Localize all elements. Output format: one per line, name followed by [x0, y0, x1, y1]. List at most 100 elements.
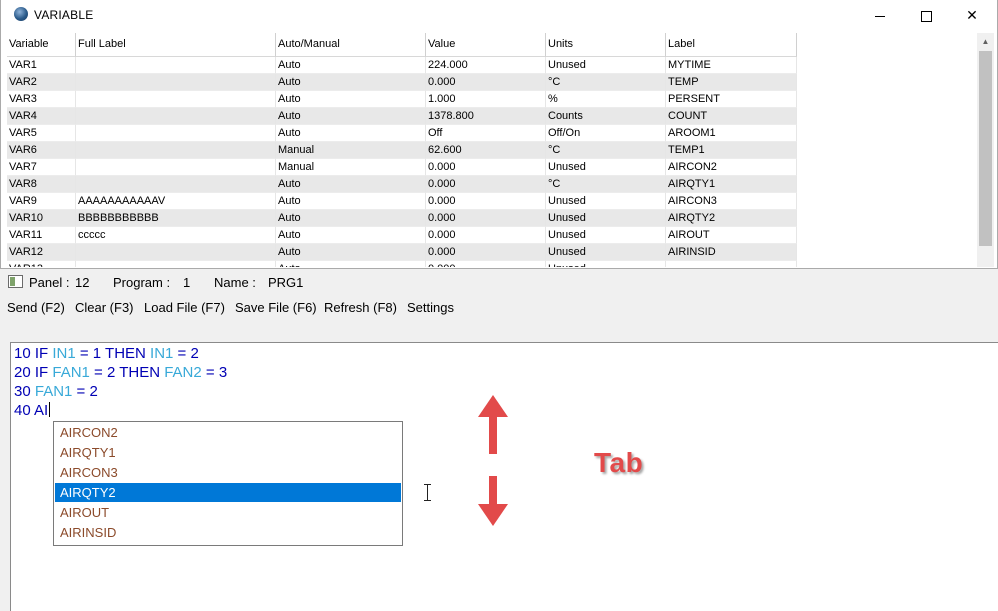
load-file-menu-item[interactable]: Load File (F7): [144, 300, 225, 315]
cell-variable[interactable]: VAR7: [7, 159, 76, 176]
save-file-menu-item[interactable]: Save File (F6): [235, 300, 317, 315]
cell-label[interactable]: AIRQTY2: [666, 210, 797, 227]
autocomplete-item[interactable]: AIRCON2: [55, 423, 401, 442]
autocomplete-item[interactable]: AIROUT: [55, 503, 401, 522]
cell-value[interactable]: 0.000: [426, 244, 546, 261]
scroll-thumb[interactable]: [979, 51, 992, 246]
cell-units[interactable]: Off/On: [546, 125, 666, 142]
cell-variable[interactable]: VAR6: [7, 142, 76, 159]
cell-variable[interactable]: VAR11: [7, 227, 76, 244]
cell-value[interactable]: 0.000: [426, 227, 546, 244]
cell-full-label[interactable]: AAAAAAAAAAAV: [76, 193, 276, 210]
maximize-button[interactable]: [903, 0, 949, 30]
cell-auto-manual[interactable]: Auto: [276, 227, 426, 244]
cell-auto-manual[interactable]: Manual: [276, 159, 426, 176]
cell-units[interactable]: Unused: [546, 57, 666, 74]
cell-full-label[interactable]: [76, 176, 276, 193]
close-button[interactable]: ✕: [949, 0, 995, 30]
cell-full-label[interactable]: [76, 244, 276, 261]
vertical-scrollbar[interactable]: ▲: [977, 33, 994, 267]
table-row[interactable]: VAR3 Auto 1.000% PERSENT: [7, 91, 976, 108]
cell-auto-manual[interactable]: Auto: [276, 210, 426, 227]
send-menu-item[interactable]: Send (F2): [7, 300, 65, 315]
cell-full-label[interactable]: [76, 261, 276, 267]
cell-variable[interactable]: VAR12: [7, 244, 76, 261]
autocomplete-item[interactable]: AIRQTY2: [55, 483, 401, 502]
cell-label[interactable]: PERSENT: [666, 91, 797, 108]
table-row[interactable]: VAR1 Auto 224.000 Unused MYTIME: [7, 57, 976, 74]
table-row[interactable]: VAR10 BBBBBBBBBBB Auto 0.000 Unused AIRQTY2: [7, 210, 976, 227]
cell-auto-manual[interactable]: Auto: [276, 193, 426, 210]
cell-full-label[interactable]: [76, 108, 276, 125]
cell-full-label[interactable]: [76, 74, 276, 91]
autocomplete-item[interactable]: AIRQTY1: [55, 443, 401, 462]
cell-value[interactable]: Off: [426, 125, 546, 142]
cell-value[interactable]: 0.000: [426, 176, 546, 193]
cell-units[interactable]: Unused: [546, 261, 666, 267]
cell-auto-manual[interactable]: Auto: [276, 244, 426, 261]
cell-variable[interactable]: VAR1: [7, 57, 76, 74]
title-bar[interactable]: VARIABLE ✕: [1, 0, 997, 30]
cell-value[interactable]: 0.000: [426, 159, 546, 176]
cell-auto-manual[interactable]: Auto: [276, 108, 426, 125]
cell-value[interactable]: 62.600: [426, 142, 546, 159]
cell-full-label[interactable]: [76, 159, 276, 176]
column-header-value[interactable]: Value: [426, 33, 546, 57]
minimize-button[interactable]: [857, 0, 903, 30]
cell-full-label[interactable]: ccccc: [76, 227, 276, 244]
cell-units[interactable]: °C: [546, 74, 666, 91]
cell-value[interactable]: 0.000: [426, 74, 546, 91]
settings-menu-item[interactable]: Settings: [407, 300, 454, 315]
table-row[interactable]: VAR7 Manual 0.000 Unused AIRCON2: [7, 159, 976, 176]
cell-label[interactable]: TEMP: [666, 74, 797, 91]
cell-auto-manual[interactable]: Manual: [276, 142, 426, 159]
table-row[interactable]: VAR8 Auto 0.000 °C AIRQTY1: [7, 176, 976, 193]
cell-variable[interactable]: VAR5: [7, 125, 76, 142]
cell-variable[interactable]: VAR2: [7, 74, 76, 91]
cell-units[interactable]: %: [546, 91, 666, 108]
refresh-menu-item[interactable]: Refresh (F8): [324, 300, 397, 315]
column-header-label[interactable]: Label: [666, 33, 797, 57]
cell-variable[interactable]: VAR10: [7, 210, 76, 227]
autocomplete-item[interactable]: AIRINSID: [55, 523, 401, 542]
cell-variable[interactable]: VAR3: [7, 91, 76, 108]
column-header-full-label[interactable]: Full Label: [76, 33, 276, 57]
autocomplete-list[interactable]: AIRCON2 AIRQTY1 AIRCON3 AIRQTY2 AIROUT AIRINS…: [53, 421, 403, 546]
cell-label[interactable]: AIROUT: [666, 227, 797, 244]
cell-units[interactable]: Unused: [546, 244, 666, 261]
cell-full-label[interactable]: [76, 125, 276, 142]
cell-value[interactable]: 1378.800: [426, 108, 546, 125]
cell-label[interactable]: AIRINSID: [666, 244, 797, 261]
cell-auto-manual[interactable]: Auto: [276, 74, 426, 91]
cell-label[interactable]: COUNT: [666, 108, 797, 125]
cell-auto-manual[interactable]: Auto: [276, 176, 426, 193]
table-row[interactable]: VAR5 Auto Off Off/On AROOM1: [7, 125, 976, 142]
cell-full-label[interactable]: [76, 142, 276, 159]
cell-auto-manual[interactable]: Auto: [276, 57, 426, 74]
column-header-variable[interactable]: Variable: [7, 33, 76, 57]
table-row[interactable]: VAR13 Auto0.000Unused: [7, 261, 976, 267]
cell-variable[interactable]: VAR9: [7, 193, 76, 210]
cell-auto-manual[interactable]: Auto: [276, 261, 426, 267]
cell-label[interactable]: TEMP1: [666, 142, 797, 159]
cell-units[interactable]: Unused: [546, 210, 666, 227]
table-row[interactable]: VAR4 Auto 1378.800 Counts COUNT: [7, 108, 976, 125]
clear-menu-item[interactable]: Clear (F3): [75, 300, 134, 315]
cell-units[interactable]: Unused: [546, 227, 666, 244]
cell-full-label[interactable]: [76, 91, 276, 108]
cell-auto-manual[interactable]: Auto: [276, 91, 426, 108]
cell-label[interactable]: MYTIME: [666, 57, 797, 74]
table-row[interactable]: VAR6 Manual 62.600 °C TEMP1: [7, 142, 976, 159]
cell-units[interactable]: °C: [546, 142, 666, 159]
cell-variable[interactable]: VAR4: [7, 108, 76, 125]
column-header-units[interactable]: Units: [546, 33, 666, 57]
cell-full-label[interactable]: [76, 57, 276, 74]
cell-variable[interactable]: VAR8: [7, 176, 76, 193]
cell-units[interactable]: Counts: [546, 108, 666, 125]
cell-label[interactable]: AIRCON3: [666, 193, 797, 210]
cell-auto-manual[interactable]: Auto: [276, 125, 426, 142]
cell-full-label[interactable]: BBBBBBBBBBB: [76, 210, 276, 227]
column-header-auto-manual[interactable]: Auto/Manual: [276, 33, 426, 57]
cell-units[interactable]: Unused: [546, 159, 666, 176]
table-row[interactable]: VAR9 AAAAAAAAAAAV Auto 0.000 Unused AIRCON3: [7, 193, 976, 210]
